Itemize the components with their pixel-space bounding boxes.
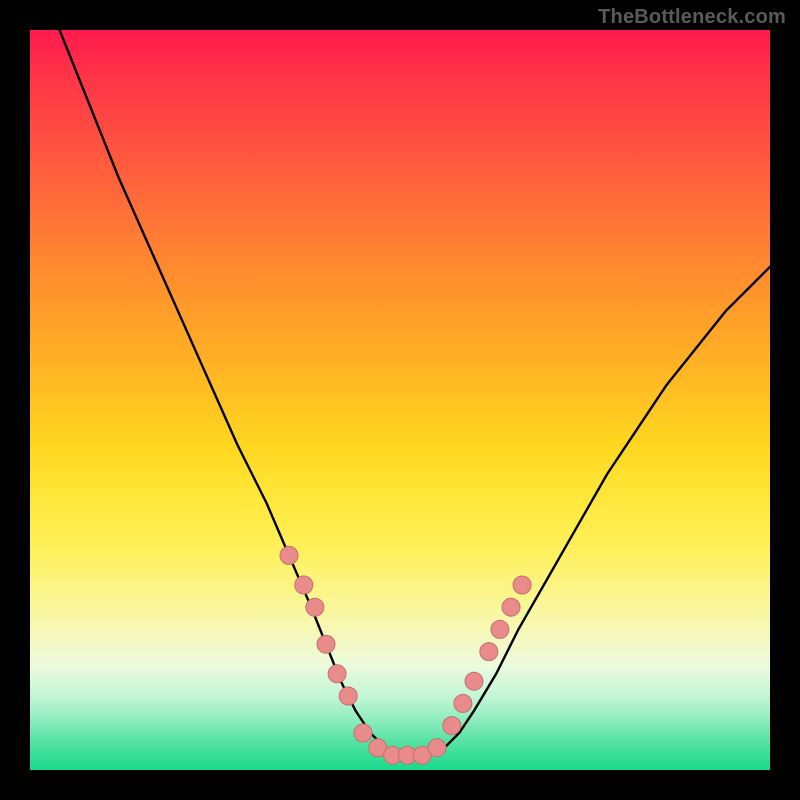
marker-dot bbox=[513, 576, 531, 594]
marker-dot bbox=[306, 598, 324, 616]
marker-dot bbox=[480, 643, 498, 661]
marker-dot bbox=[354, 724, 372, 742]
watermark-text: TheBottleneck.com bbox=[598, 6, 786, 29]
marker-dot bbox=[491, 620, 509, 638]
marker-dot bbox=[428, 739, 446, 757]
marker-dot bbox=[317, 635, 335, 653]
marker-dot bbox=[454, 694, 472, 712]
marker-dot bbox=[443, 717, 461, 735]
bottleneck-curve-path bbox=[60, 30, 770, 755]
curve-layer bbox=[60, 30, 770, 755]
chart-stage: TheBottleneck.com bbox=[0, 0, 800, 800]
plot-area bbox=[30, 30, 770, 770]
marker-dot bbox=[328, 665, 346, 683]
marker-dot bbox=[502, 598, 520, 616]
marker-layer bbox=[280, 546, 531, 764]
marker-dot bbox=[280, 546, 298, 564]
marker-dot bbox=[465, 672, 483, 690]
curve-svg bbox=[30, 30, 770, 770]
marker-dot bbox=[295, 576, 313, 594]
marker-dot bbox=[339, 687, 357, 705]
